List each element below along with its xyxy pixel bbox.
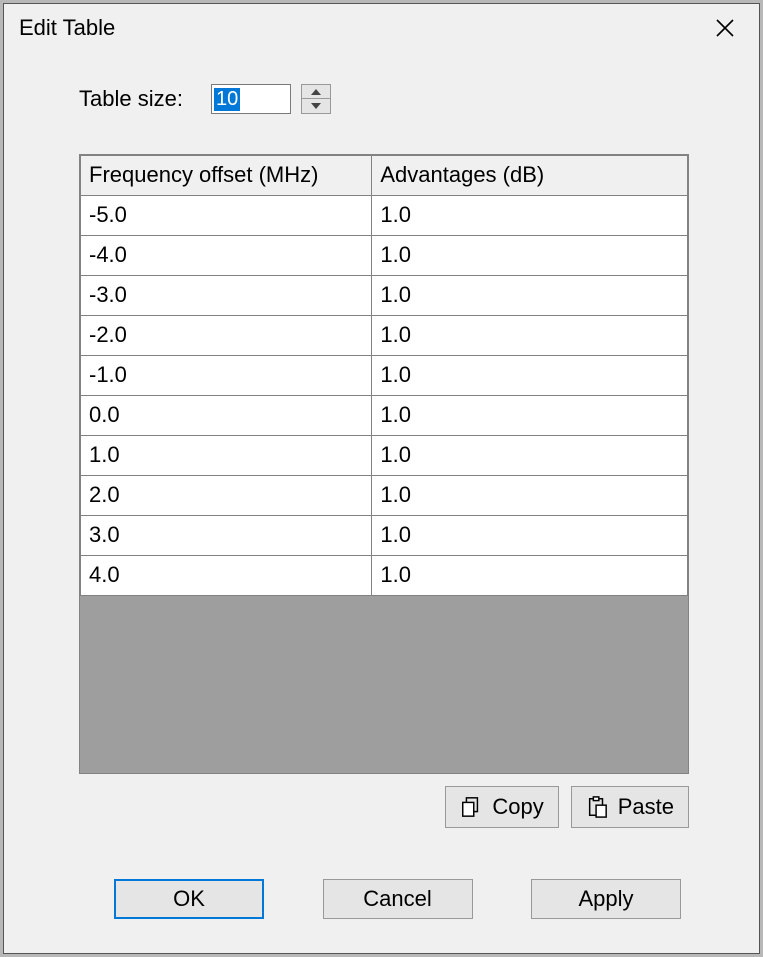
chevron-up-icon bbox=[311, 89, 321, 95]
cell-frequency[interactable]: -2.0 bbox=[81, 316, 372, 356]
cell-advantages[interactable]: 1.0 bbox=[372, 516, 688, 556]
spinner-down-button[interactable] bbox=[301, 99, 331, 114]
cell-frequency[interactable]: 2.0 bbox=[81, 476, 372, 516]
dialog-footer: OK Cancel Apply bbox=[4, 879, 759, 953]
spinner-buttons bbox=[301, 84, 331, 114]
table-row[interactable]: 0.01.0 bbox=[81, 396, 688, 436]
table-row[interactable]: 1.01.0 bbox=[81, 436, 688, 476]
cell-frequency[interactable]: -3.0 bbox=[81, 276, 372, 316]
copy-paste-toolbar: Copy Paste bbox=[79, 786, 689, 828]
cell-frequency[interactable]: -1.0 bbox=[81, 356, 372, 396]
cell-frequency[interactable]: 4.0 bbox=[81, 556, 372, 596]
close-button[interactable] bbox=[705, 8, 745, 48]
cell-advantages[interactable]: 1.0 bbox=[372, 276, 688, 316]
table-row[interactable]: 4.01.0 bbox=[81, 556, 688, 596]
cell-frequency[interactable]: 1.0 bbox=[81, 436, 372, 476]
table-size-input[interactable]: 10 bbox=[211, 84, 291, 114]
copy-button[interactable]: Copy bbox=[445, 786, 558, 828]
paste-button[interactable]: Paste bbox=[571, 786, 689, 828]
cell-advantages[interactable]: 1.0 bbox=[372, 436, 688, 476]
cell-advantages[interactable]: 1.0 bbox=[372, 476, 688, 516]
cell-advantages[interactable]: 1.0 bbox=[372, 356, 688, 396]
cell-frequency[interactable]: -5.0 bbox=[81, 196, 372, 236]
paste-button-label: Paste bbox=[618, 794, 674, 820]
spinner-up-button[interactable] bbox=[301, 84, 331, 99]
table-header-advantages[interactable]: Advantages (dB) bbox=[372, 156, 688, 196]
dialog-content: Table size: 10 bbox=[4, 52, 759, 879]
cell-frequency[interactable]: -4.0 bbox=[81, 236, 372, 276]
cell-frequency[interactable]: 3.0 bbox=[81, 516, 372, 556]
titlebar: Edit Table bbox=[4, 4, 759, 52]
table-row[interactable]: -3.01.0 bbox=[81, 276, 688, 316]
table-header-frequency[interactable]: Frequency offset (MHz) bbox=[81, 156, 372, 196]
table-row[interactable]: -4.01.0 bbox=[81, 236, 688, 276]
ok-button[interactable]: OK bbox=[114, 879, 264, 919]
cell-advantages[interactable]: 1.0 bbox=[372, 396, 688, 436]
table-header-row: Frequency offset (MHz) Advantages (dB) bbox=[81, 156, 688, 196]
dialog-window: Edit Table Table size: 10 bbox=[3, 3, 760, 954]
paste-icon bbox=[586, 796, 608, 818]
cell-advantages[interactable]: 1.0 bbox=[372, 556, 688, 596]
table-row[interactable]: 3.01.0 bbox=[81, 516, 688, 556]
table-size-row: Table size: 10 bbox=[79, 84, 689, 114]
cell-frequency[interactable]: 0.0 bbox=[81, 396, 372, 436]
cancel-button[interactable]: Cancel bbox=[323, 879, 473, 919]
table-size-spinner: 10 bbox=[211, 84, 331, 114]
copy-icon bbox=[460, 796, 482, 818]
data-table-container: Frequency offset (MHz) Advantages (dB) -… bbox=[79, 154, 689, 774]
data-table[interactable]: Frequency offset (MHz) Advantages (dB) -… bbox=[80, 155, 688, 596]
dialog-title: Edit Table bbox=[19, 15, 115, 41]
cell-advantages[interactable]: 1.0 bbox=[372, 316, 688, 356]
cell-advantages[interactable]: 1.0 bbox=[372, 196, 688, 236]
table-size-label: Table size: bbox=[79, 86, 183, 112]
close-icon bbox=[715, 18, 735, 38]
table-row[interactable]: -2.01.0 bbox=[81, 316, 688, 356]
cell-advantages[interactable]: 1.0 bbox=[372, 236, 688, 276]
table-row[interactable]: 2.01.0 bbox=[81, 476, 688, 516]
apply-button[interactable]: Apply bbox=[531, 879, 681, 919]
copy-button-label: Copy bbox=[492, 794, 543, 820]
chevron-down-icon bbox=[311, 103, 321, 109]
table-row[interactable]: -1.01.0 bbox=[81, 356, 688, 396]
table-row[interactable]: -5.01.0 bbox=[81, 196, 688, 236]
